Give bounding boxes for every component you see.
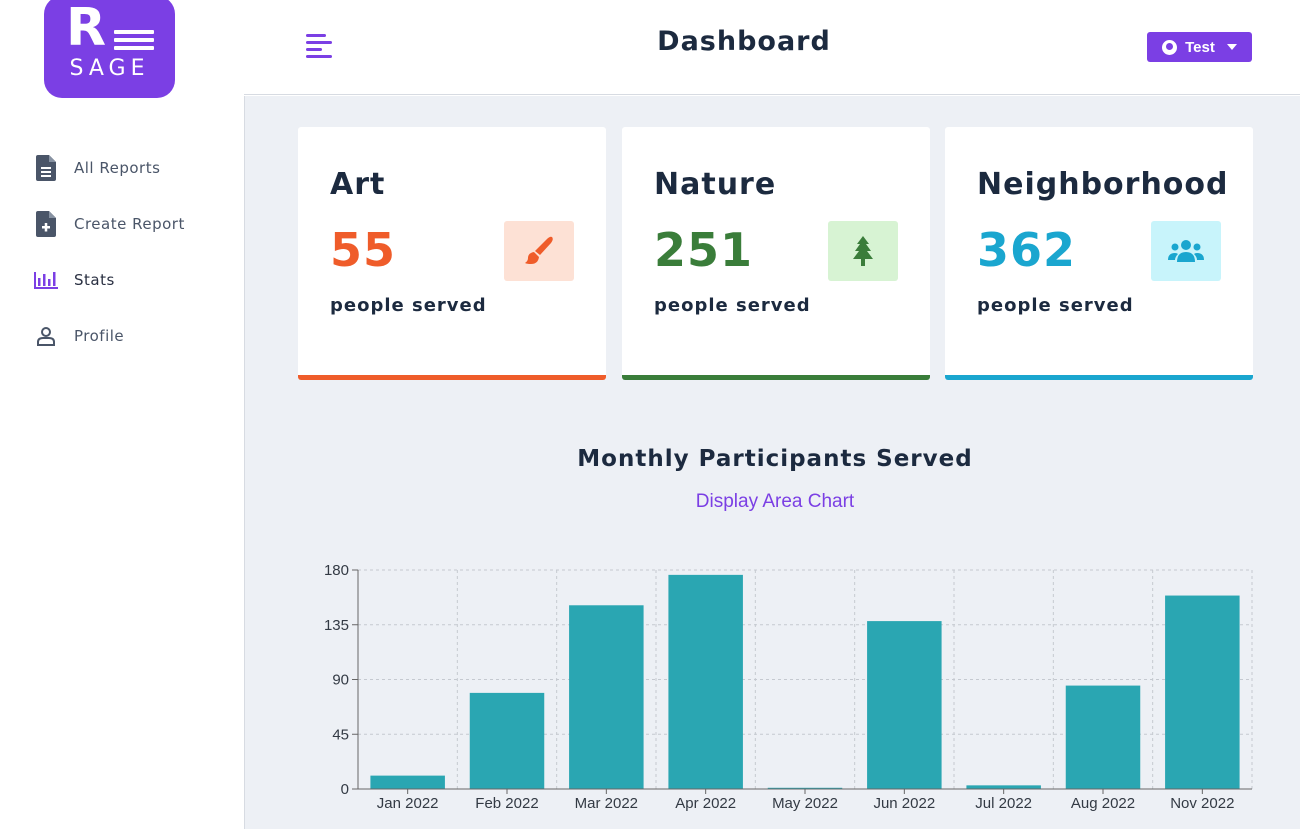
paintbrush-icon: [504, 221, 574, 281]
stat-card-art: Art 55 people served: [298, 127, 606, 380]
y-tick-label: 135: [324, 617, 349, 634]
bar-mar-2022: [569, 605, 644, 789]
file-icon: [34, 154, 58, 182]
y-tick-label: 90: [332, 672, 349, 689]
card-count: 251: [654, 223, 754, 277]
user-icon: [34, 322, 58, 350]
card-count: 55: [330, 223, 397, 277]
logo-text: SAGE: [69, 56, 150, 81]
sidebar-item-create-report[interactable]: Create Report: [34, 196, 185, 252]
chart-title: Monthly Participants Served: [577, 446, 973, 472]
x-tick-label: Jun 2022: [873, 795, 935, 812]
main-content: Art 55 people served Nature 251 people s…: [244, 96, 1300, 829]
y-tick-label: 0: [341, 781, 349, 798]
bar-chart-icon: [34, 266, 58, 294]
logo-letter: R: [66, 0, 107, 58]
card-count: 362: [977, 223, 1077, 277]
sidebar-item-profile[interactable]: Profile: [34, 308, 185, 364]
users-icon: [1151, 221, 1221, 281]
card-title: Art: [330, 167, 386, 202]
bar-chart-svg: 0 45 90 135 180 Jan 2022 Feb 2022 Mar 2022 Apr 2…: [324, 562, 1253, 812]
user-menu-button[interactable]: Test: [1147, 32, 1252, 62]
user-circle-icon: [1162, 39, 1178, 55]
y-tick-label: 45: [332, 726, 349, 743]
card-accent-bar: [622, 375, 930, 380]
card-title: Neighborhood: [977, 167, 1229, 202]
file-plus-icon: [34, 210, 58, 238]
bar-nov-2022: [1165, 595, 1240, 789]
top-header: Dashboard Test: [244, 0, 1300, 95]
card-caption: people served: [977, 295, 1134, 316]
sidebar-item-label: All Reports: [74, 159, 161, 177]
card-caption: people served: [330, 295, 487, 316]
card-accent-bar: [945, 375, 1253, 380]
bar-jun-2022: [867, 621, 942, 789]
page-title: Dashboard: [657, 26, 831, 57]
sidebar-item-label: Create Report: [74, 215, 185, 233]
bar-aug-2022: [1065, 685, 1141, 789]
logo-lines: [114, 30, 154, 54]
bar-jan-2022: [370, 775, 445, 789]
x-tick-label: Aug 2022: [1071, 795, 1135, 812]
bar-jul-2022: [966, 785, 1041, 789]
stat-card-nature: Nature 251 people served: [622, 127, 930, 380]
stat-card-neighborhood: Neighborhood 362 people served: [945, 127, 1253, 380]
bar-feb-2022: [469, 692, 545, 789]
display-area-chart-link[interactable]: Display Area Chart: [245, 491, 1300, 513]
monthly-participants-chart: 0 45 90 135 180 Jan 2022 Feb 2022 Mar 2022 Apr 2…: [245, 556, 1300, 829]
card-accent-bar: [298, 375, 606, 380]
sidebar-item-label: Profile: [74, 327, 125, 345]
tree-icon: [828, 221, 898, 281]
user-menu-label: Test: [1185, 38, 1215, 56]
caret-down-icon: [1226, 44, 1237, 50]
x-tick-label: Jan 2022: [377, 795, 439, 812]
x-tick-label: May 2022: [772, 795, 838, 812]
sidebar: R SAGE All Reports Create Report Stats P…: [0, 0, 244, 829]
card-title: Nature: [654, 167, 777, 202]
x-tick-label: Jul 2022: [975, 795, 1032, 812]
sidebar-item-label: Stats: [74, 271, 115, 289]
x-tick-label: Nov 2022: [1170, 795, 1234, 812]
x-tick-label: Feb 2022: [475, 795, 538, 812]
y-tick-label: 180: [324, 562, 349, 579]
sidebar-item-all-reports[interactable]: All Reports: [34, 140, 185, 196]
bar-apr-2022: [668, 574, 743, 789]
app-logo[interactable]: R SAGE: [44, 0, 175, 98]
x-tick-label: Mar 2022: [575, 795, 638, 812]
sidebar-nav: All Reports Create Report Stats Profile: [34, 140, 185, 364]
sidebar-item-stats[interactable]: Stats: [34, 252, 185, 308]
x-tick-label: Apr 2022: [675, 795, 736, 812]
card-caption: people served: [654, 295, 811, 316]
